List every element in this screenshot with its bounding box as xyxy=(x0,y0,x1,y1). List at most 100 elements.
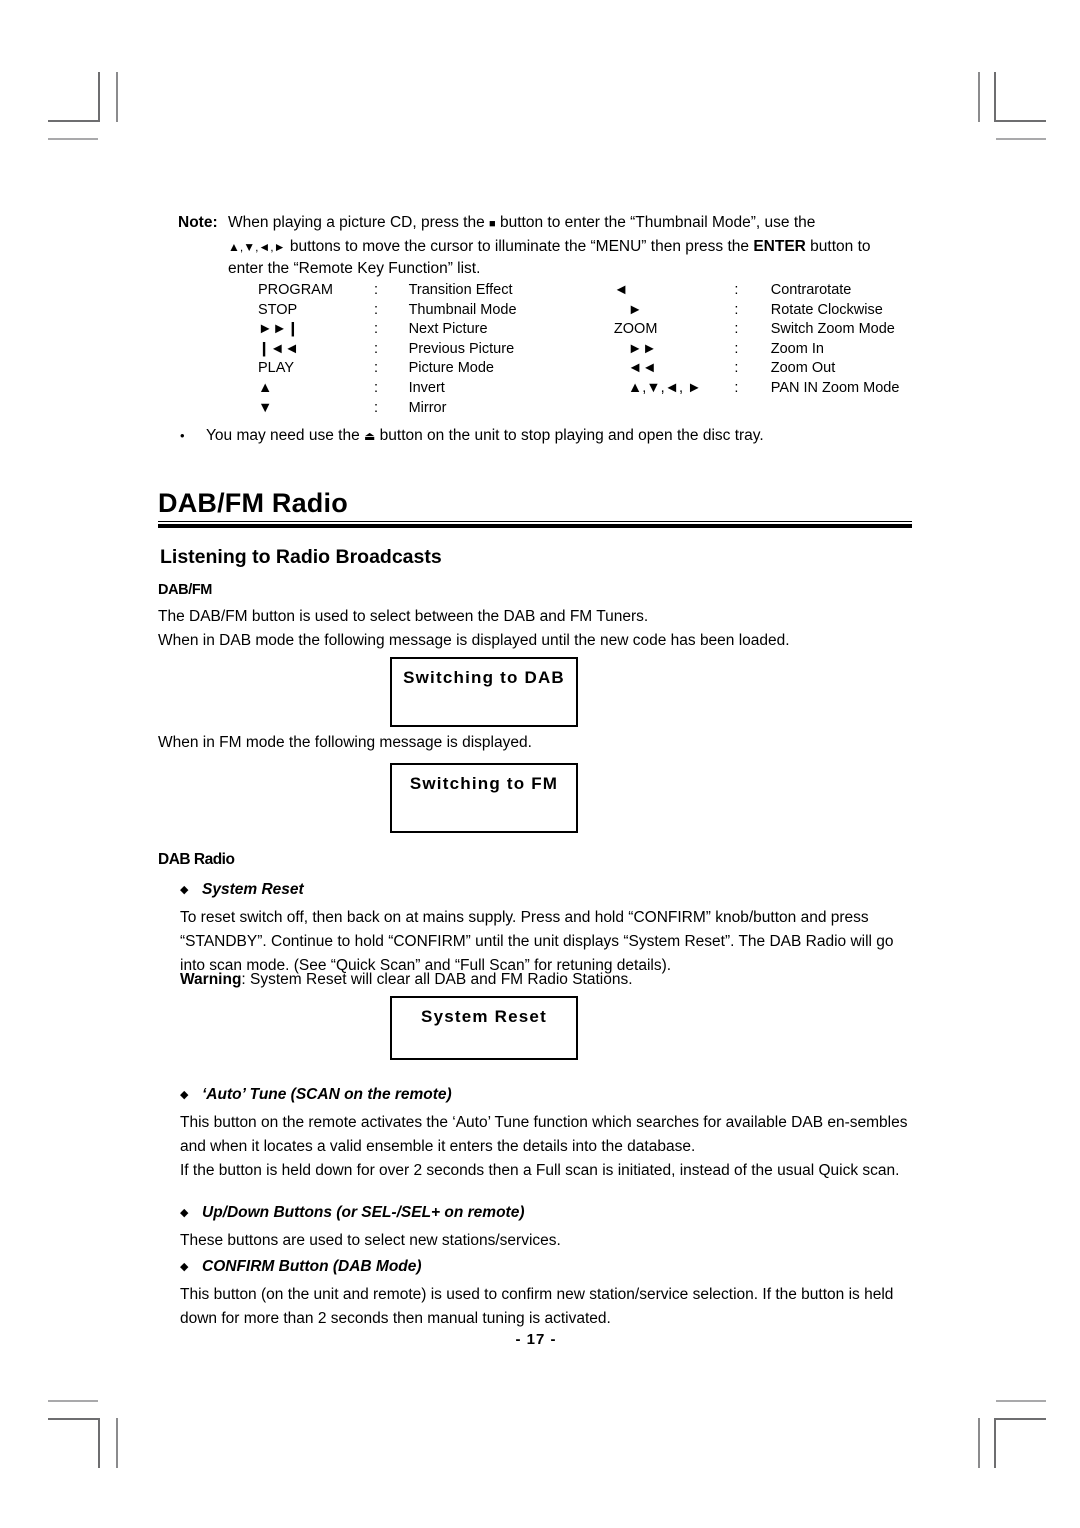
key-value: Invert xyxy=(408,379,445,396)
key-name: ►►❙ xyxy=(258,321,299,338)
key-value-right: Zoom Out xyxy=(770,360,836,377)
note-first-line: Note: When playing a picture CD, press t… xyxy=(178,212,916,236)
key-colon-right: : xyxy=(734,379,739,396)
table-row: PROGRAM : Transition Effect ◄ : Contraro… xyxy=(258,281,958,301)
stop-square-icon: ■ xyxy=(489,218,496,230)
eject-icon: ⏏ xyxy=(364,429,376,443)
bullet-auto-tune: ◆ ‘Auto’ Tune (SCAN on the remote) xyxy=(180,1084,936,1106)
display-box-text: Switching to DAB xyxy=(403,668,565,687)
key-value-right: Zoom In xyxy=(770,340,824,357)
key-colon-right: : xyxy=(734,321,739,338)
key-name-right: ►► xyxy=(627,340,657,357)
key-colon: : xyxy=(374,321,379,338)
diamond-bullet-icon: ◆ xyxy=(180,1261,189,1273)
key-colon-right: : xyxy=(734,360,739,377)
system-reset-warning: Warning: System Reset will clear all DAB… xyxy=(180,968,914,992)
dpad-arrows-icon: ▲,▼,◄,► xyxy=(228,239,286,254)
diamond-bullet-icon: ◆ xyxy=(180,1207,189,1219)
key-name: PROGRAM xyxy=(258,282,333,298)
display-box-switching-fm: Switching to FM xyxy=(390,763,578,833)
auto-tune-paragraph-2: If the button is held down for over 2 se… xyxy=(180,1162,900,1179)
warning-label: Warning xyxy=(180,971,242,988)
bullet-label: CONFIRM Button (DAB Mode) xyxy=(202,1258,422,1275)
heading-rule-thick xyxy=(158,524,912,528)
key-colon: : xyxy=(374,399,379,416)
subsection-title-dabfm: DAB/FM xyxy=(158,582,212,598)
table-row: ▲ : Invert ▲,▼,◄, ► : PAN IN Zoom Mode xyxy=(258,379,958,399)
key-name-right: ◄◄ xyxy=(627,360,657,377)
table-row: STOP : Thumbnail Mode ► : Rotate Clockwi… xyxy=(258,301,958,321)
table-row: PLAY : Picture Mode ◄◄ : Zoom Out xyxy=(258,359,958,379)
key-colon-right: : xyxy=(734,282,739,298)
warning-text: : System Reset will clear all DAB and FM… xyxy=(241,971,633,988)
enter-key-label: ENTER xyxy=(753,237,806,255)
page-title: DAB/FM Radio xyxy=(158,488,348,518)
key-value-right: Contrarotate xyxy=(770,282,852,298)
bullet-label: ‘Auto’ Tune (SCAN on the remote) xyxy=(202,1086,452,1103)
note-block: Note: When playing a picture CD, press t… xyxy=(178,212,916,281)
key-colon: : xyxy=(374,379,379,396)
remote-key-function-table: PROGRAM : Transition Effect ◄ : Contraro… xyxy=(258,281,958,418)
key-colon-right: : xyxy=(734,340,739,357)
key-value: Transition Effect xyxy=(408,282,513,298)
note-label: Note: xyxy=(178,214,218,231)
diamond-bullet-icon: ◆ xyxy=(180,884,189,896)
bullet-up-down: ◆ Up/Down Buttons (or SEL-/SEL+ on remot… xyxy=(180,1202,936,1224)
key-colon: : xyxy=(374,340,379,357)
subsection-title-dab-radio: DAB Radio xyxy=(158,851,235,868)
key-value-right: Rotate Clockwise xyxy=(770,301,883,318)
key-colon: : xyxy=(374,282,379,298)
heading-rule-thin xyxy=(158,521,912,522)
dabfm-paragraph-1: The DAB/FM button is used to select betw… xyxy=(158,608,649,625)
note-line-2: ▲,▼,◄,► buttons to move the cursor to il… xyxy=(228,236,916,259)
fm-paragraph-1: When in FM mode the following message is… xyxy=(158,734,532,751)
key-name-right: ZOOM xyxy=(613,321,658,338)
key-value: Picture Mode xyxy=(408,360,494,377)
eject-text-a: You may need use the xyxy=(206,427,364,444)
diamond-bullet-icon: ◆ xyxy=(180,1089,189,1101)
key-name-right: ▲,▼,◄, ► xyxy=(627,379,702,396)
table-row: ►►❙ : Next Picture ZOOM : Switch Zoom Mo… xyxy=(258,320,958,340)
key-value-right-empty xyxy=(771,399,958,419)
key-value: Mirror xyxy=(408,399,447,416)
dabfm-paragraph-2: When in DAB mode the following message i… xyxy=(158,632,790,649)
key-name: ❙◄◄ xyxy=(258,340,299,357)
key-colon-right-empty xyxy=(734,399,770,419)
key-value-right: PAN IN Zoom Mode xyxy=(770,379,900,396)
note-line1-text-a: When playing a picture CD, press the xyxy=(228,214,490,231)
updown-paragraph: These buttons are used to select new sta… xyxy=(180,1232,561,1249)
table-row: ❙◄◄ : Previous Picture ►► : Zoom In xyxy=(258,340,958,360)
display-box-system-reset: System Reset xyxy=(390,996,578,1060)
key-value: Next Picture xyxy=(408,321,488,338)
auto-tune-paragraph-1: This button on the remote activates the … xyxy=(180,1114,908,1155)
section-title: Listening to Radio Broadcasts xyxy=(160,546,442,568)
eject-bullet-text: You may need use the ⏏ button on the uni… xyxy=(206,425,764,447)
note-line2-text-b: button to xyxy=(805,237,871,255)
key-value: Thumbnail Mode xyxy=(408,301,517,318)
bullet-label: Up/Down Buttons (or SEL-/SEL+ on remote) xyxy=(202,1204,525,1221)
display-box-switching-dab: Switching to DAB xyxy=(390,657,578,727)
key-colon: : xyxy=(374,301,379,318)
note-line2-text-a: buttons to move the cursor to illuminate… xyxy=(285,237,754,255)
page-number: - 17 - xyxy=(515,1331,557,1348)
bullet-confirm: ◆ CONFIRM Button (DAB Mode) xyxy=(180,1256,936,1278)
confirm-paragraph: This button (on the unit and remote) is … xyxy=(180,1286,894,1327)
bullet-system-reset: ◆ System Reset xyxy=(180,879,936,901)
eject-bullet-line: • You may need use the ⏏ button on the u… xyxy=(180,425,920,447)
table-row: ▼ : Mirror xyxy=(258,399,958,419)
display-box-text: System Reset xyxy=(421,1007,547,1026)
key-name-right: ◄ xyxy=(613,282,629,298)
key-name: ▲ xyxy=(258,379,273,396)
key-colon: : xyxy=(374,360,379,377)
eject-text-b: button on the unit to stop playing and o… xyxy=(375,427,764,444)
note-line-3: enter the “Remote Key Function” list. xyxy=(228,260,481,277)
key-value-right: Switch Zoom Mode xyxy=(770,321,895,338)
key-name-right: ► xyxy=(627,301,643,318)
key-name-right-empty xyxy=(614,399,734,419)
key-name: STOP xyxy=(258,301,298,318)
note-line-1: When playing a picture CD, press the ■ b… xyxy=(228,212,916,236)
key-colon-right: : xyxy=(734,301,739,318)
key-name: ▼ xyxy=(258,399,273,416)
bullet-dot-icon: • xyxy=(180,428,185,443)
display-box-text: Switching to FM xyxy=(409,774,559,793)
